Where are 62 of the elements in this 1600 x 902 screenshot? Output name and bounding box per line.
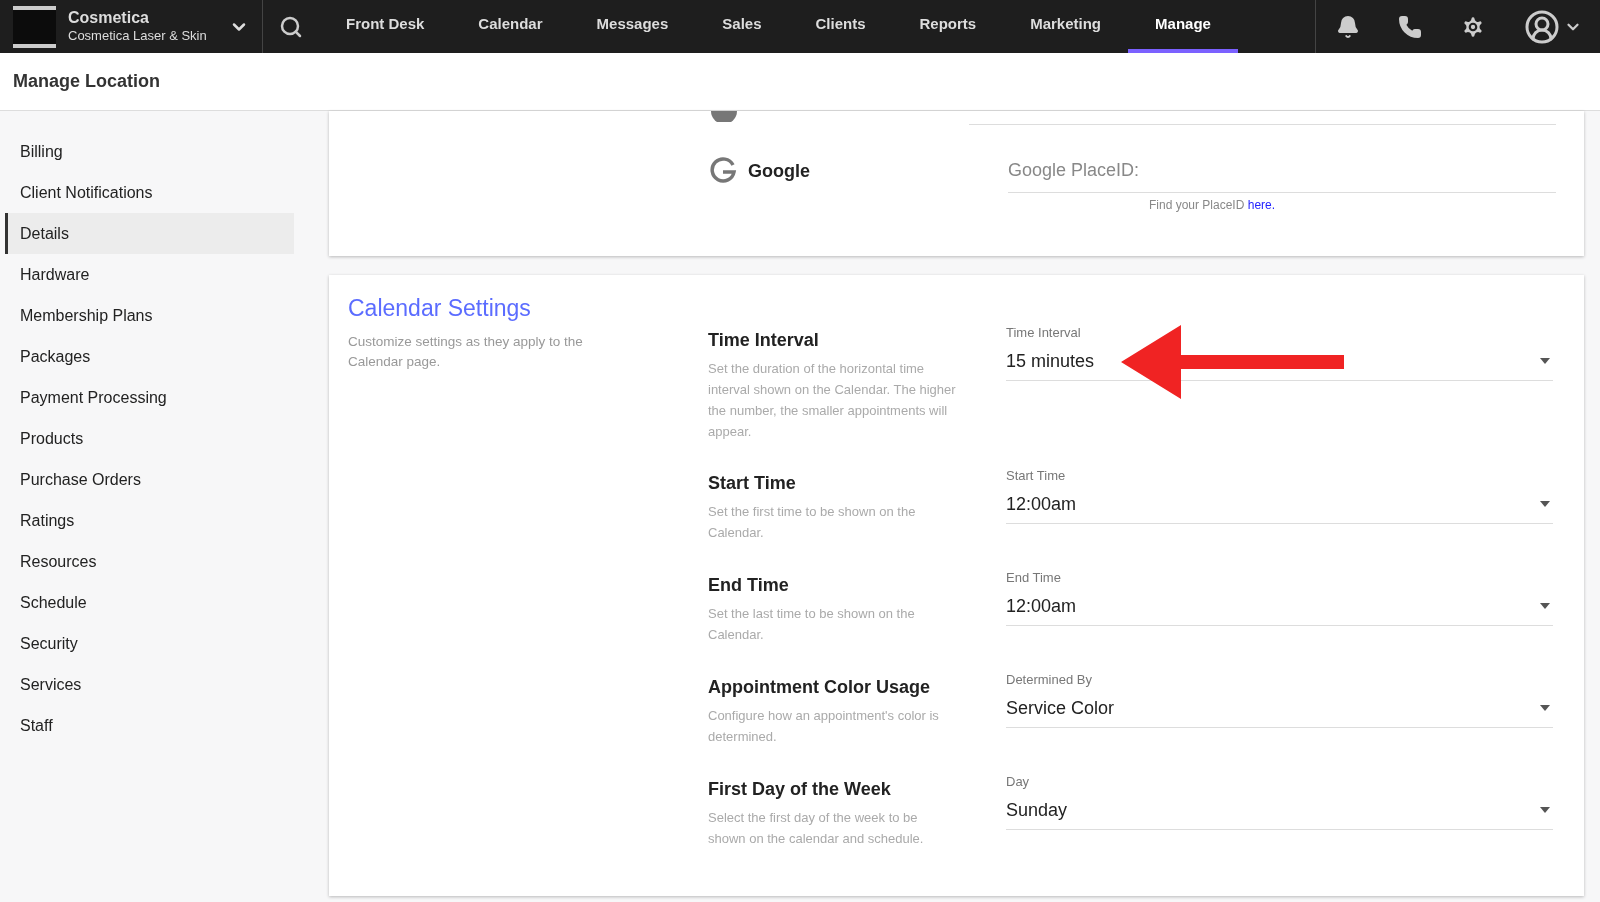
select-field[interactable]: Service Color	[1006, 689, 1553, 728]
bell-icon[interactable]	[1336, 14, 1360, 39]
setting-description: Select the first day of the week to be shown on the calendar and schedule.	[708, 809, 925, 848]
setting-description: Set the duration of the horizontal time interval shown on the Calendar. The higher the number, the smaller appointments will appear.	[708, 360, 957, 441]
setting-description: Set the first time to be shown on the Calendar.	[708, 503, 917, 542]
search-icon[interactable]	[279, 14, 303, 39]
select-field[interactable]: Sunday	[1006, 791, 1553, 830]
place-id-field[interactable]: Google PlaceID:	[1008, 149, 1556, 193]
logo-icon	[13, 5, 56, 48]
nav-tab[interactable]: Messages	[569, 0, 696, 53]
sidebar-item[interactable]: Staff	[5, 705, 294, 746]
section-description: Customize settings as they apply to the Calendar page.	[348, 332, 584, 371]
place-id-hint: Find your PlaceID	[1149, 198, 1246, 212]
nav-tab[interactable]: Reports	[892, 0, 1004, 53]
caret-icon	[1540, 705, 1550, 711]
sidebar-item[interactable]: Resources	[5, 541, 294, 582]
setting-title: Appointment Color Usage	[708, 676, 931, 699]
sidebar-item[interactable]: Schedule	[5, 582, 294, 623]
sidebar-item[interactable]: Details	[5, 213, 294, 254]
setting-title: End Time	[708, 574, 790, 597]
sidebar-item[interactable]: Purchase Orders	[5, 459, 294, 500]
select-field[interactable]: 12:00am	[1006, 587, 1553, 626]
nav-tab[interactable]: Clients	[788, 0, 893, 53]
setting-title: Time Interval	[708, 329, 820, 352]
phone-icon[interactable]	[1398, 14, 1422, 39]
caret-icon	[1540, 501, 1550, 507]
avatar-icon[interactable]	[1524, 8, 1560, 45]
location-name: Cosmetica Laser & Skin	[68, 28, 208, 45]
setting-title: Start Time	[708, 472, 797, 495]
sidebar-item[interactable]: Products	[5, 418, 294, 459]
field-label: Determined By	[1006, 671, 1093, 689]
sidebar-item[interactable]: Security	[5, 623, 294, 664]
section-title: Calendar Settings	[348, 294, 532, 323]
field-label: Start Time	[1006, 467, 1067, 485]
field-label: Day	[1006, 773, 1031, 791]
field-label: Time Interval	[1006, 324, 1082, 342]
sidebar-item[interactable]: Services	[5, 664, 294, 705]
nav-tab[interactable]: Manage	[1128, 0, 1238, 53]
google-icon	[709, 157, 737, 185]
nav-tab[interactable]: Sales	[695, 0, 789, 53]
setting-description: Set the last time to be shown on the Calendar.	[708, 605, 916, 644]
brand-name: Cosmetica	[68, 8, 150, 29]
sidebar-item[interactable]: Client Notifications	[5, 172, 294, 213]
sidebar-item[interactable]: Ratings	[5, 500, 294, 541]
page-title: Manage Location	[13, 70, 160, 93]
nav-tab[interactable]: Calendar	[451, 0, 570, 53]
caret-icon	[1540, 358, 1550, 364]
google-label: Google	[748, 159, 811, 183]
caret-icon	[1540, 603, 1550, 609]
caret-icon	[1540, 807, 1550, 813]
setting-title: First Day of the Week	[708, 778, 892, 801]
sidebar-item[interactable]: Hardware	[5, 254, 294, 295]
setting-description: Configure how an appointment's color is determined.	[708, 707, 940, 746]
here-link[interactable]: here.	[1247, 198, 1276, 212]
sidebar-item[interactable]: Packages	[5, 336, 294, 377]
nav-tab[interactable]: Marketing	[1003, 0, 1129, 53]
select-field[interactable]: 12:00am	[1006, 485, 1553, 524]
field-label: End Time	[1006, 569, 1062, 587]
sidebar-item[interactable]: Payment Processing	[5, 377, 294, 418]
sidebar-item[interactable]: Membership Plans	[5, 295, 294, 336]
nav-tab[interactable]: Front Desk	[319, 0, 452, 53]
sidebar-item[interactable]: Billing	[5, 131, 294, 172]
